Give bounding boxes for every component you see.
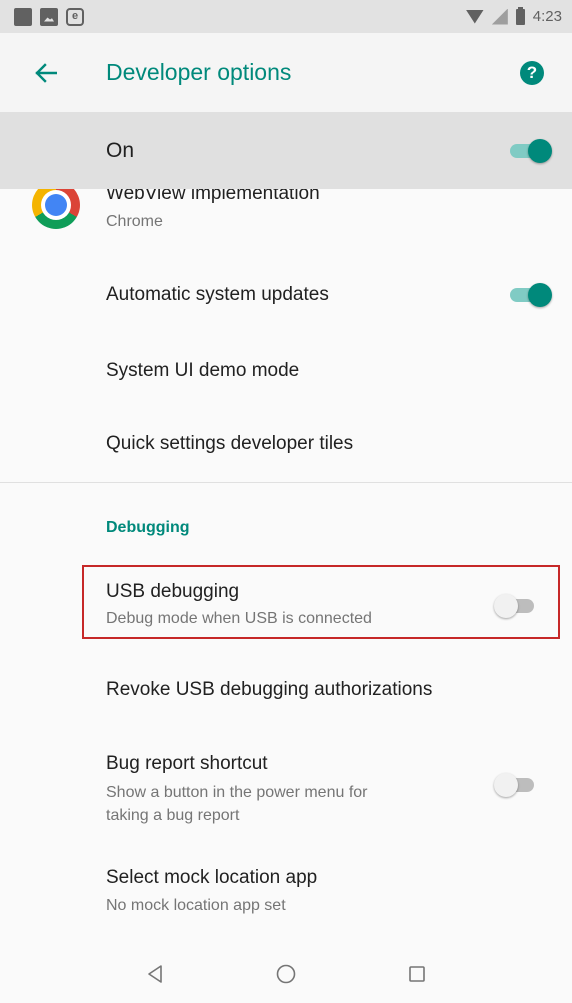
setting-title: Bug report shortcut [106,753,268,774]
navigation-bar [0,945,572,1003]
setting-system-ui-demo-mode[interactable]: System UI demo mode [0,335,572,409]
signal-icon [491,8,508,25]
setting-subtitle-line2: taking a bug report [106,807,240,824]
home-circle-icon [276,964,296,984]
toggle-thumb [494,773,518,797]
setting-bug-report-shortcut[interactable]: Bug report shortcut Show a button in the… [0,744,572,844]
setting-subtitle: Chrome [106,213,163,230]
toggle-thumb [528,139,552,163]
image-icon [40,7,58,26]
nav-recents-button[interactable] [397,954,437,994]
setting-subtitle: No mock location app set [106,897,286,914]
master-switch-row[interactable]: On [0,113,572,189]
section-divider [0,482,572,483]
setting-quick-settings-tiles[interactable]: Quick settings developer tiles [0,409,572,483]
app-bar: Developer options ? [0,33,572,113]
settings-list[interactable]: WebView implementation Chrome Automatic … [0,189,572,945]
setting-subtitle-line1: Show a button in the power menu for [106,784,368,801]
back-triangle-icon [148,965,163,983]
nav-home-button[interactable] [266,954,306,994]
arrow-back-icon [35,62,57,83]
status-bar: e 4:23 [0,0,572,33]
page-title: Developer options [106,59,292,85]
nav-back-button[interactable] [135,954,175,994]
highlight-box [82,565,560,639]
setting-title: System UI demo mode [106,360,300,381]
bug-report-toggle[interactable] [494,773,538,797]
master-switch-toggle[interactable] [506,139,552,163]
notification-square-icon [14,7,32,26]
setting-webview-implementation[interactable]: WebView implementation Chrome [0,189,572,255]
status-right-icons: 4:23 [465,6,562,25]
recents-square-icon [408,966,425,982]
chrome-icon [32,189,80,229]
help-button[interactable]: ? [520,60,544,85]
section-header-debugging: Debugging [106,519,190,536]
setting-title: Automatic system updates [106,284,329,305]
setting-title: Revoke USB debugging authorizations [106,679,433,700]
battery-icon [515,6,525,25]
master-switch-label: On [106,139,135,162]
toggle-thumb [528,283,552,307]
setting-select-mock-location-app[interactable]: Select mock location app No mock locatio… [0,859,572,945]
setting-title: Select mock location app [106,867,318,888]
status-time: 4:23 [532,8,562,25]
e-badge-icon: e [66,7,84,26]
status-left-icons: e [14,7,84,26]
back-button[interactable] [16,43,76,103]
help-icon: ? [526,62,538,82]
wifi-icon [465,9,484,24]
automatic-updates-toggle[interactable] [506,283,552,307]
setting-automatic-system-updates[interactable]: Automatic system updates [0,255,572,335]
setting-title: WebView implementation [106,189,320,204]
setting-title: Quick settings developer tiles [106,433,354,454]
setting-revoke-usb-authorizations[interactable]: Revoke USB debugging authorizations [0,649,572,729]
